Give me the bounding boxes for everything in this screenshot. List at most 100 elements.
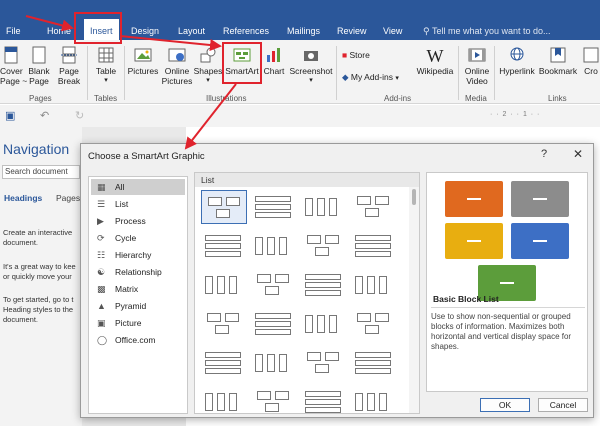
blank-page-icon xyxy=(32,46,46,64)
bookmark-button[interactable]: Bookmark xyxy=(538,46,578,76)
tab-design[interactable]: Design xyxy=(131,26,159,36)
category-label: Hierarchy xyxy=(115,250,152,260)
layout-thumbnail[interactable] xyxy=(251,346,297,380)
layout-thumbnail[interactable] xyxy=(251,307,297,341)
links-group-label: Links xyxy=(548,94,567,103)
video-icon xyxy=(468,48,486,62)
category-icon: ▦ xyxy=(97,182,106,192)
close-icon[interactable]: ✕ xyxy=(573,147,583,161)
layout-thumbnail[interactable] xyxy=(201,229,247,263)
scroll-thumb[interactable] xyxy=(412,189,416,205)
category-relationship[interactable]: ☯ Relationship xyxy=(91,264,185,280)
tab-view[interactable]: View xyxy=(383,26,402,36)
category-icon: ▲ xyxy=(97,301,106,311)
tell-me-search[interactable]: ⚲ Tell me what you want to do... xyxy=(423,26,551,37)
pictures-button[interactable]: Pictures xyxy=(126,46,160,76)
ruler: · · 2 · · 1 · · xyxy=(490,111,541,118)
category-icon: ☰ xyxy=(97,199,106,209)
online-pictures-button[interactable]: Online Pictures xyxy=(161,46,193,86)
category-hierarchy[interactable]: ☷ Hierarchy xyxy=(91,247,185,263)
cover-page-button[interactable]: Cover Page ~ xyxy=(0,46,27,86)
redo-icon[interactable]: ↻ xyxy=(75,109,84,122)
layout-thumbnail[interactable] xyxy=(301,346,347,380)
category-all[interactable]: ▦ All xyxy=(91,179,185,195)
tab-pages[interactable]: Pages xyxy=(56,193,80,203)
tab-references[interactable]: References xyxy=(223,26,269,36)
category-label: Cycle xyxy=(115,233,137,243)
layout-thumbnail[interactable] xyxy=(251,229,297,263)
layout-thumbnail[interactable] xyxy=(201,190,247,224)
screenshot-button[interactable]: Screenshot ▾ xyxy=(289,46,333,86)
wikipedia-button[interactable]: W Wikipedia xyxy=(414,46,456,76)
category-icon: ◯ xyxy=(97,335,108,345)
save-icon[interactable]: ▣ xyxy=(5,109,15,122)
blank-page-button[interactable]: Blank Page xyxy=(26,46,52,86)
category-icon: ▣ xyxy=(97,318,106,328)
category-process[interactable]: ▶ Process xyxy=(91,213,185,229)
shapes-button[interactable]: Shapes ▾ xyxy=(193,46,223,86)
dropdown-arrow-icon: ▾ xyxy=(395,75,399,82)
category-label: Matrix xyxy=(115,284,139,294)
hyperlink-button[interactable]: Hyperlink xyxy=(497,46,537,76)
layout-thumbnail[interactable] xyxy=(301,190,347,224)
cross-reference-button[interactable]: Cro xyxy=(582,46,600,76)
layout-thumbnail[interactable] xyxy=(301,307,347,341)
undo-icon[interactable]: ↶ xyxy=(40,109,49,122)
category-label: Office.com xyxy=(115,335,156,345)
layout-thumbnail[interactable] xyxy=(351,190,397,224)
layout-thumbnail[interactable] xyxy=(351,385,397,419)
gallery-header: List xyxy=(195,173,419,187)
category-officecom[interactable]: ◯ Office.com xyxy=(91,332,185,348)
preview-block-blue xyxy=(511,223,569,259)
layout-thumbnail[interactable] xyxy=(301,229,347,263)
tab-layout[interactable]: Layout xyxy=(178,26,205,36)
layout-thumbnail[interactable] xyxy=(201,385,247,419)
preview-block-gray xyxy=(511,181,569,217)
tab-headings[interactable]: Headings xyxy=(4,193,42,203)
layout-thumbnail[interactable] xyxy=(251,190,297,224)
table-button[interactable]: Table ▾ xyxy=(92,46,120,86)
nav-search-input[interactable]: Search document xyxy=(2,165,80,179)
chart-button[interactable]: Chart xyxy=(262,46,286,76)
layout-thumbnail[interactable] xyxy=(201,268,247,302)
category-icon: ⟳ xyxy=(97,233,105,243)
camera-icon xyxy=(304,51,318,61)
tab-review[interactable]: Review xyxy=(337,26,367,36)
chart-icon xyxy=(267,48,280,62)
globe-link-icon xyxy=(510,47,524,61)
category-pyramid[interactable]: ▲ Pyramid xyxy=(91,298,185,314)
layout-thumbnail[interactable] xyxy=(301,268,347,302)
category-list[interactable]: ☰ List xyxy=(91,196,185,212)
my-addins-button[interactable]: ◆ My Add-ins ▾ xyxy=(342,72,399,84)
insert-tab-highlight xyxy=(74,12,122,44)
store-button[interactable]: ■ Store xyxy=(342,50,370,60)
layout-thumbnail[interactable] xyxy=(251,268,297,302)
category-cycle[interactable]: ⟳ Cycle xyxy=(91,230,185,246)
ok-button[interactable]: OK xyxy=(480,398,530,412)
layout-thumbnail[interactable] xyxy=(351,346,397,380)
layout-thumbnail[interactable] xyxy=(251,385,297,419)
page-break-button[interactable]: Page Break xyxy=(56,46,82,86)
layout-thumbnail[interactable] xyxy=(201,346,247,380)
category-label: All xyxy=(115,182,125,192)
tab-home[interactable]: Home xyxy=(47,26,71,36)
lightbulb-icon: ⚲ xyxy=(423,26,430,36)
category-picture[interactable]: ▣ Picture xyxy=(91,315,185,331)
help-icon[interactable]: ? xyxy=(541,148,547,160)
pages-group-label: Pages xyxy=(29,94,52,103)
tab-file[interactable]: File xyxy=(6,26,21,36)
layout-thumbnail[interactable] xyxy=(351,268,397,302)
layout-thumbnail[interactable] xyxy=(201,307,247,341)
online-video-button[interactable]: Online Video xyxy=(461,46,493,86)
group-separator xyxy=(458,46,459,100)
layout-thumbnail[interactable] xyxy=(351,307,397,341)
gallery-scrollbar[interactable] xyxy=(409,187,419,413)
category-matrix[interactable]: ▩ Matrix xyxy=(91,281,185,297)
category-label: Relationship xyxy=(115,267,162,277)
tab-mailings[interactable]: Mailings xyxy=(287,26,320,36)
layout-thumbnail[interactable] xyxy=(351,229,397,263)
category-label: Process xyxy=(115,216,146,226)
cancel-button[interactable]: Cancel xyxy=(538,398,588,412)
layout-thumbnail[interactable] xyxy=(301,385,347,419)
pictures-icon xyxy=(134,48,152,62)
